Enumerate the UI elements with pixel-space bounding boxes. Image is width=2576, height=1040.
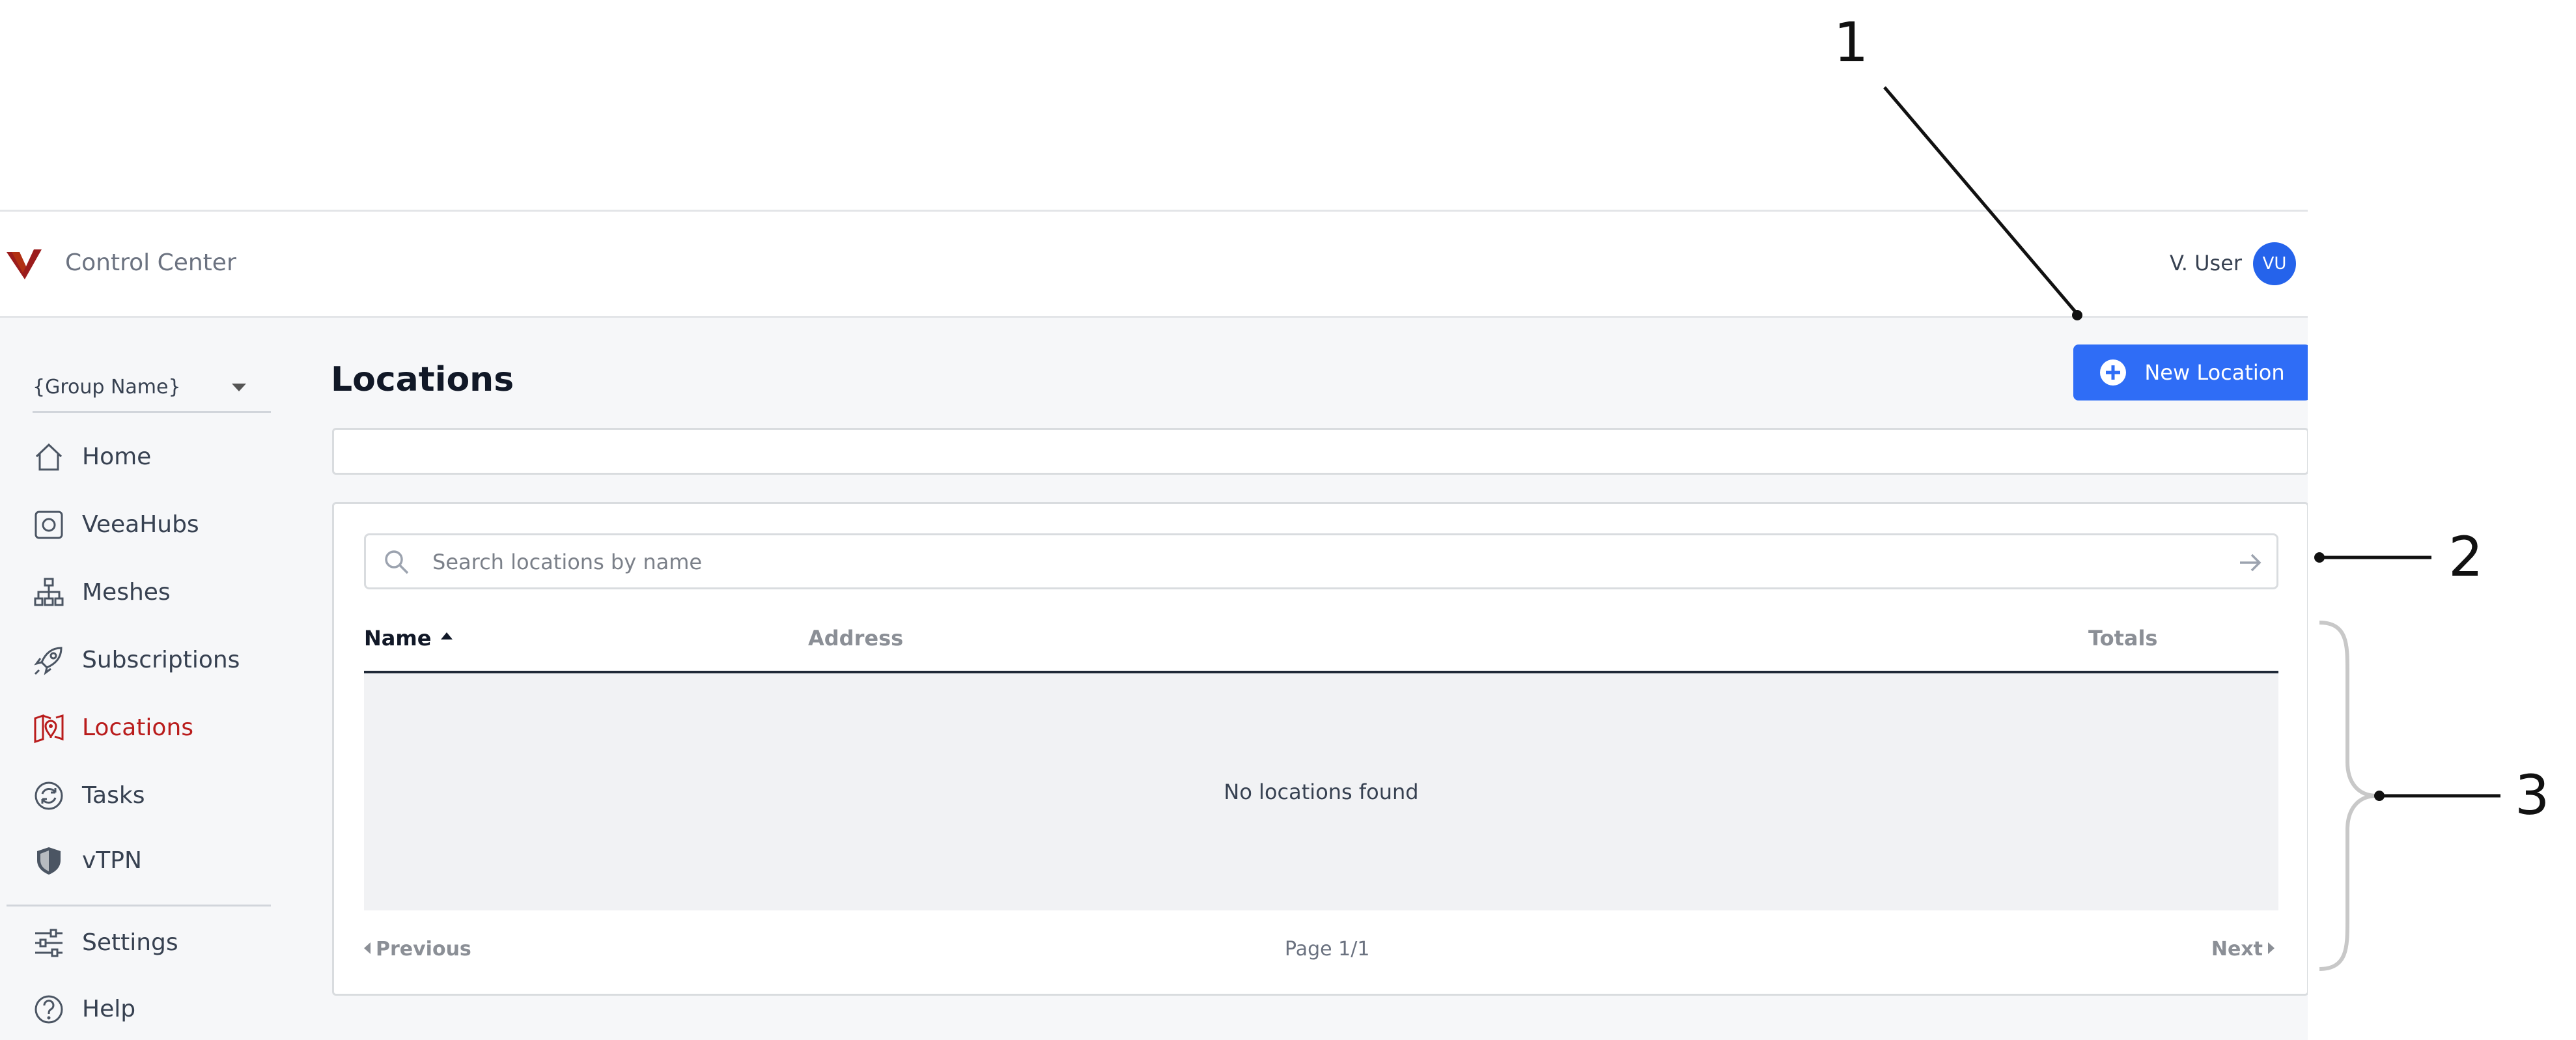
annotation-overlay — [1883, 86, 2500, 971]
callout-3-dot — [2374, 791, 2385, 801]
callout-1: 1 — [1834, 10, 1869, 74]
callout-2-dot — [2314, 552, 2325, 563]
callout-2: 2 — [2448, 525, 2484, 589]
callout-3: 3 — [2515, 763, 2550, 827]
callout-3-bracket — [2319, 621, 2377, 971]
callout-1-leader — [1883, 86, 2079, 315]
callout-1-dot — [2072, 310, 2082, 320]
